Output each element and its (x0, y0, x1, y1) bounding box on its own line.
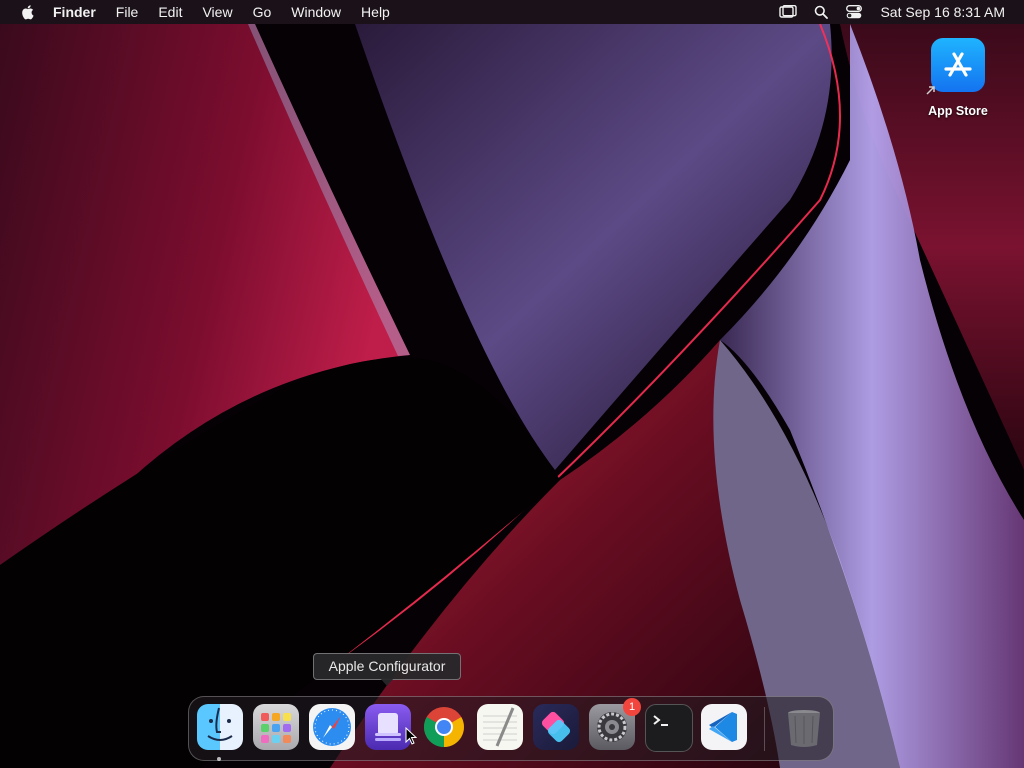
menu-edit[interactable]: Edit (148, 0, 192, 24)
menu-file[interactable]: File (106, 0, 149, 24)
dock-tooltip: Apple Configurator (313, 653, 461, 680)
desktop-wallpaper (0, 0, 1024, 768)
shortcuts-icon[interactable] (533, 704, 579, 750)
safari-icon[interactable] (309, 704, 355, 750)
dock: 1 (188, 696, 834, 761)
menubar-clock[interactable]: Sat Sep 16 8:31 AM (880, 4, 1005, 20)
menu-go[interactable]: Go (243, 0, 282, 24)
menu-view[interactable]: View (192, 0, 242, 24)
apple-menu-icon[interactable] (17, 2, 37, 22)
menu-help[interactable]: Help (351, 0, 400, 24)
system-settings-icon[interactable]: 1 (589, 698, 641, 750)
mouse-cursor-icon (405, 727, 417, 745)
screen-mirroring-icon[interactable] (777, 0, 799, 24)
chrome-icon[interactable] (421, 704, 467, 750)
finder-running-indicator (217, 757, 221, 761)
menu-bar: Finder File Edit View Go Window Help Sat… (0, 0, 1024, 24)
menu-finder[interactable]: Finder (47, 0, 106, 24)
finder-icon[interactable] (197, 704, 243, 750)
control-center-icon[interactable] (843, 0, 865, 24)
menu-window[interactable]: Window (281, 0, 351, 24)
desktop-icon-app-store[interactable]: App Store (918, 38, 998, 118)
app-store-icon (926, 38, 985, 95)
trash-icon[interactable] (781, 704, 827, 750)
launchpad-icon[interactable] (253, 704, 299, 750)
notification-badge: 1 (623, 698, 641, 716)
dock-tooltip-tail (380, 678, 394, 686)
desktop-icon-label: App Store (928, 104, 988, 118)
spotlight-search-icon[interactable] (810, 0, 832, 24)
dock-separator (764, 707, 765, 751)
alias-arrow-icon (926, 86, 935, 95)
terminal-icon[interactable] (645, 704, 693, 752)
vscode-icon[interactable] (701, 704, 747, 750)
textedit-icon[interactable] (477, 704, 523, 750)
